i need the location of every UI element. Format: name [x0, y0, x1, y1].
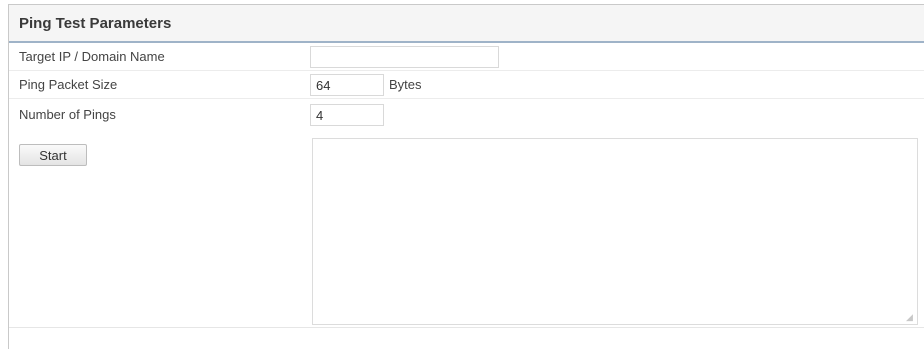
num-pings-label: Number of Pings — [19, 107, 116, 122]
start-button[interactable]: Start — [19, 144, 87, 166]
ping-test-panel: Ping Test Parameters Target IP / Domain … — [8, 4, 924, 349]
packet-size-label: Ping Packet Size — [19, 77, 118, 92]
target-input[interactable] — [310, 46, 499, 68]
packet-size-input[interactable] — [310, 74, 384, 96]
panel-header: Ping Test Parameters — [9, 5, 924, 43]
packet-size-unit: Bytes — [389, 77, 422, 92]
target-row: Target IP / Domain Name — [9, 43, 924, 71]
ping-output-textarea[interactable] — [312, 138, 918, 325]
panel-title: Ping Test Parameters — [19, 14, 172, 32]
packet-size-row: Ping Packet Size Bytes — [9, 71, 924, 99]
num-pings-input[interactable] — [310, 104, 384, 126]
target-label: Target IP / Domain Name — [19, 49, 165, 64]
resize-grip-icon[interactable]: ◢ — [906, 313, 914, 322]
num-pings-row: Number of Pings — [9, 99, 924, 137]
bottom-divider — [9, 327, 924, 328]
